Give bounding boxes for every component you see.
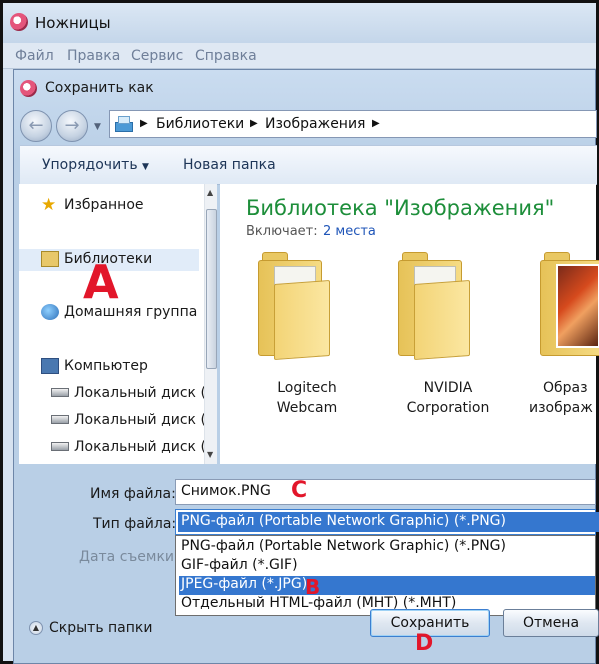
back-arrow-icon: ←: [28, 115, 44, 136]
folder-nvidia-corporation[interactable]: [394, 252, 472, 360]
library-title: Библиотека "Изображения": [246, 196, 555, 220]
folder-label[interactable]: NVIDIA Corporation: [393, 378, 503, 418]
filename-input[interactable]: Снимок.PNG: [175, 479, 596, 505]
menu-tools[interactable]: Сервис: [131, 48, 183, 64]
screenshot-frame: Ножницы Файл Правка Сервис Справка Сохра…: [0, 0, 599, 664]
scrollbar-thumb[interactable]: [206, 209, 217, 369]
app-title: Ножницы: [35, 14, 111, 32]
nav-item-local-disk[interactable]: Локальный диск (: [19, 383, 206, 405]
filetype-option-jpeg[interactable]: JPEG-файл (*.JPG): [179, 576, 595, 595]
nav-item-local-disk[interactable]: Локальный диск (: [19, 437, 206, 459]
forward-arrow-icon: →: [64, 115, 80, 136]
nav-item-local-disk[interactable]: Локальный диск (: [19, 410, 206, 432]
scroll-down-icon[interactable]: ▼: [207, 450, 213, 459]
filetype-label: Тип файла:: [93, 516, 177, 532]
folder-sample-pictures[interactable]: [536, 252, 599, 360]
nav-item-label: Локальный диск (: [74, 385, 206, 401]
nav-item-label: Избранное: [64, 197, 144, 213]
filetype-option-png[interactable]: PNG-файл (Portable Network Graphic) (*.P…: [179, 538, 595, 557]
recent-locations-dropdown-icon[interactable]: ▼: [94, 122, 101, 132]
folder-logitech-webcam[interactable]: [254, 252, 332, 360]
nav-item-label: Локальный диск (: [74, 412, 206, 428]
chevron-up-icon[interactable]: ▲: [29, 621, 43, 635]
organize-button[interactable]: Упорядочить ▼: [42, 157, 149, 173]
disk-icon: [51, 415, 69, 424]
filename-label: Имя файла:: [90, 486, 176, 502]
address-bar[interactable]: ▶ Библиотеки ▶ Изображения ▶: [109, 110, 597, 138]
dialog-title: Сохранить как: [45, 80, 154, 96]
back-button[interactable]: ←: [20, 110, 52, 142]
annotation-d: D: [415, 631, 434, 656]
menu-edit[interactable]: Правка: [67, 48, 120, 64]
navigation-pane: ★ Избранное Библиотеки Домашняя группа К…: [19, 184, 217, 464]
hide-folders-link[interactable]: Скрыть папки: [49, 620, 152, 636]
disk-icon: [51, 388, 69, 397]
breadcrumb-libraries[interactable]: Библиотеки: [156, 116, 244, 132]
breadcrumb-separator-icon[interactable]: ▶: [372, 118, 380, 129]
nav-item-label: Локальный диск (: [74, 439, 206, 455]
star-icon: ★: [41, 195, 57, 215]
menu-file[interactable]: Файл: [15, 48, 54, 64]
new-folder-button[interactable]: Новая папка: [183, 157, 276, 173]
nav-item-label: Компьютер: [64, 358, 148, 374]
library-includes-label: Включает:: [246, 224, 318, 239]
annotation-b: B: [305, 575, 321, 599]
file-list-pane: Библиотека "Изображения" Включает: 2 мес…: [220, 184, 599, 464]
breadcrumb-pictures[interactable]: Изображения: [265, 116, 365, 132]
navigation-scrollbar[interactable]: ▲ ▼: [204, 184, 217, 464]
app-title-bar: Ножницы: [3, 3, 596, 43]
scissors-app-icon: [10, 13, 28, 31]
annotation-c: C: [291, 478, 308, 503]
libraries-location-icon: [115, 116, 135, 132]
forward-button[interactable]: →: [56, 110, 88, 142]
filetype-selected-value: PNG-файл (Portable Network Graphic) (*.P…: [178, 512, 599, 532]
disk-icon: [51, 442, 69, 451]
libraries-icon: [41, 251, 59, 267]
folder-label[interactable]: Logitech Webcam: [252, 378, 362, 418]
breadcrumb-separator-icon[interactable]: ▶: [140, 118, 148, 129]
dialog-toolbar: Упорядочить ▼ Новая папка: [20, 145, 597, 185]
nav-item-computer[interactable]: Компьютер: [19, 356, 199, 378]
filetype-select[interactable]: PNG-файл (Portable Network Graphic) (*.P…: [175, 509, 599, 535]
chevron-down-icon: ▼: [142, 162, 149, 172]
nav-item-favorites[interactable]: ★ Избранное: [19, 195, 199, 217]
date-taken-label: Дата съемки:: [79, 549, 179, 565]
menu-help[interactable]: Справка: [195, 48, 257, 64]
homegroup-icon: [41, 304, 59, 320]
library-locations-link[interactable]: 2 места: [323, 224, 376, 239]
scroll-up-icon[interactable]: ▲: [207, 188, 213, 197]
computer-icon: [41, 358, 59, 374]
organize-label: Упорядочить: [42, 157, 138, 173]
cancel-button[interactable]: Отмена: [503, 609, 599, 637]
annotation-a: A: [83, 255, 119, 309]
dialog-app-icon: [20, 80, 37, 97]
folder-label[interactable]: Образ изображ: [525, 378, 599, 418]
filetype-dropdown-list: PNG-файл (Portable Network Graphic) (*.P…: [175, 535, 596, 616]
app-menubar: Файл Правка Сервис Справка: [3, 43, 596, 69]
breadcrumb-separator-icon[interactable]: ▶: [250, 118, 258, 129]
filetype-option-gif[interactable]: GIF-файл (*.GIF): [179, 557, 595, 576]
